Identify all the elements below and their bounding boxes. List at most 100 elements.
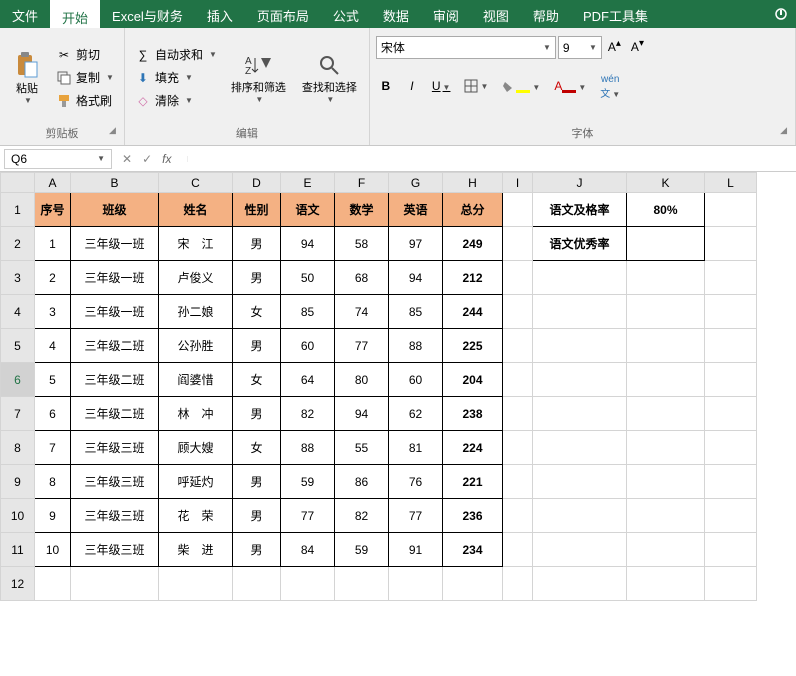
cell[interactable]: 76	[389, 465, 443, 499]
cell[interactable]: 男	[233, 329, 281, 363]
cell[interactable]: 81	[389, 431, 443, 465]
italic-button[interactable]: I	[402, 77, 422, 95]
cell[interactable]: 238	[443, 397, 503, 431]
bold-button[interactable]: B	[376, 77, 396, 95]
cell[interactable]: 2	[35, 261, 71, 295]
font-name-select[interactable]: 宋体▼	[376, 36, 556, 59]
name-box[interactable]: Q6▼	[4, 149, 112, 169]
cell[interactable]: 呼延灼	[159, 465, 233, 499]
cell[interactable]	[503, 397, 533, 431]
col-header[interactable]: L	[705, 173, 757, 193]
cell[interactable]	[533, 567, 627, 601]
cell[interactable]	[705, 465, 757, 499]
tab-pdf-tools[interactable]: PDF工具集	[571, 0, 660, 28]
cell[interactable]: 77	[335, 329, 389, 363]
cell[interactable]: 男	[233, 465, 281, 499]
cell[interactable]	[627, 261, 705, 295]
tab-data[interactable]: 数据	[371, 0, 421, 28]
cell[interactable]	[533, 431, 627, 465]
cell[interactable]	[389, 567, 443, 601]
find-select-button[interactable]: 查找和选择▼	[296, 32, 363, 123]
cell[interactable]: 柴 进	[159, 533, 233, 567]
cell[interactable]	[705, 261, 757, 295]
tab-view[interactable]: 视图	[471, 0, 521, 28]
col-header[interactable]: H	[443, 173, 503, 193]
tab-excel-finance[interactable]: Excel与财务	[100, 0, 195, 28]
row-header[interactable]: 7	[1, 397, 35, 431]
cell[interactable]: 221	[443, 465, 503, 499]
cell[interactable]	[705, 533, 757, 567]
tab-home[interactable]: 开始	[50, 0, 100, 28]
cell[interactable]	[627, 329, 705, 363]
cell[interactable]: 三年级三班	[71, 533, 159, 567]
cell[interactable]: 50	[281, 261, 335, 295]
cell[interactable]	[159, 567, 233, 601]
col-header[interactable]: I	[503, 173, 533, 193]
tab-file[interactable]: 文件	[0, 0, 50, 28]
cell[interactable]: 9	[35, 499, 71, 533]
cell[interactable]: 82	[281, 397, 335, 431]
cell[interactable]	[627, 465, 705, 499]
col-header[interactable]: C	[159, 173, 233, 193]
cell[interactable]	[503, 227, 533, 261]
cell[interactable]: 62	[389, 397, 443, 431]
cell[interactable]	[705, 193, 757, 227]
row-header[interactable]: 8	[1, 431, 35, 465]
cell[interactable]: 三年级一班	[71, 295, 159, 329]
row-header[interactable]: 1	[1, 193, 35, 227]
cell[interactable]	[627, 567, 705, 601]
tab-insert[interactable]: 插入	[195, 0, 245, 28]
cell[interactable]: 语文及格率	[533, 193, 627, 227]
row-header[interactable]: 9	[1, 465, 35, 499]
cell[interactable]: 8	[35, 465, 71, 499]
cell[interactable]: 80	[335, 363, 389, 397]
row-header[interactable]: 12	[1, 567, 35, 601]
phonetic-button[interactable]: wén文▼	[596, 69, 624, 102]
col-header[interactable]: J	[533, 173, 627, 193]
col-header[interactable]: A	[35, 173, 71, 193]
cell[interactable]: 10	[35, 533, 71, 567]
cell[interactable]	[705, 363, 757, 397]
cell[interactable]: 男	[233, 499, 281, 533]
cell[interactable]: 84	[281, 533, 335, 567]
cell[interactable]	[503, 261, 533, 295]
cell[interactable]: 204	[443, 363, 503, 397]
tab-formulas[interactable]: 公式	[321, 0, 371, 28]
cell[interactable]: 59	[335, 533, 389, 567]
decrease-font-button[interactable]: A▾	[627, 36, 648, 59]
cell[interactable]: 3	[35, 295, 71, 329]
cell[interactable]: 总分	[443, 193, 503, 227]
tell-me-icon[interactable]	[766, 0, 796, 28]
col-header[interactable]: G	[389, 173, 443, 193]
cell[interactable]: 77	[389, 499, 443, 533]
tab-review[interactable]: 审阅	[421, 0, 471, 28]
cell[interactable]: 语文	[281, 193, 335, 227]
cell[interactable]: 宋 江	[159, 227, 233, 261]
col-header[interactable]: D	[233, 173, 281, 193]
select-all-corner[interactable]	[1, 173, 35, 193]
dialog-launcher-icon[interactable]: ◢	[780, 125, 787, 136]
cell[interactable]: 82	[335, 499, 389, 533]
cell[interactable]: 85	[389, 295, 443, 329]
cell[interactable]: 男	[233, 397, 281, 431]
cell[interactable]	[533, 329, 627, 363]
cell[interactable]	[233, 567, 281, 601]
cell[interactable]: 77	[281, 499, 335, 533]
cell[interactable]: 女	[233, 295, 281, 329]
cell[interactable]	[503, 567, 533, 601]
format-painter-button[interactable]: 格式刷	[52, 90, 118, 111]
cell[interactable]: 公孙胜	[159, 329, 233, 363]
cell[interactable]: 三年级三班	[71, 431, 159, 465]
cell[interactable]	[705, 227, 757, 261]
cell[interactable]	[503, 533, 533, 567]
cell[interactable]: 249	[443, 227, 503, 261]
cell[interactable]: 94	[281, 227, 335, 261]
cell[interactable]	[627, 295, 705, 329]
cell[interactable]: 林 冲	[159, 397, 233, 431]
cell[interactable]	[705, 567, 757, 601]
cell[interactable]: 60	[389, 363, 443, 397]
cell[interactable]: 序号	[35, 193, 71, 227]
cell[interactable]	[705, 431, 757, 465]
cell[interactable]: 顾大嫂	[159, 431, 233, 465]
cut-button[interactable]: ✂剪切	[52, 44, 118, 65]
